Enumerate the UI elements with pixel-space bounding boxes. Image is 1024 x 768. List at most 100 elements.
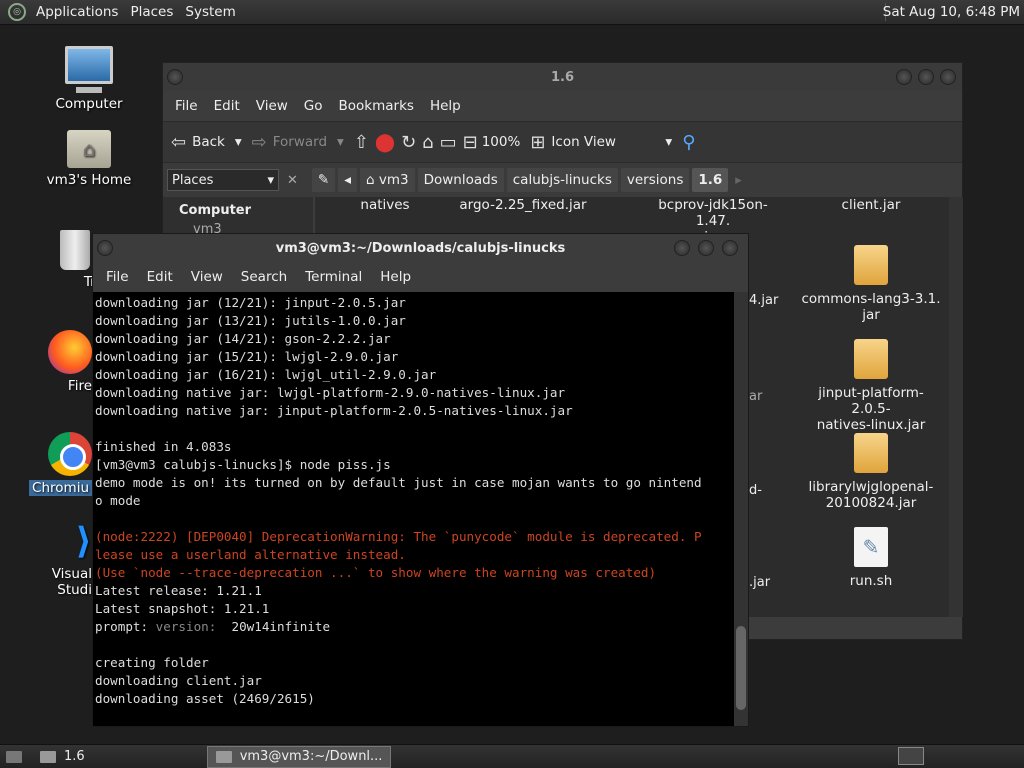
- close-sidebar-icon[interactable]: ✕: [287, 173, 298, 188]
- jar-file-icon: [854, 339, 888, 379]
- file-manager-toolbar: ⇦ Back ▾ ⇨ Forward ▾ ⇧ ⬤ ↻ ⌂ ▭ ⊟ 100% ⊞ …: [163, 121, 962, 163]
- workspace-switcher-icon[interactable]: [898, 747, 924, 765]
- terminal-icon: [215, 750, 232, 763]
- term-menu-view[interactable]: View: [182, 269, 232, 285]
- terminal-titlebar[interactable]: vm3@vm3:~/Downloads/calubjs-linucks: [93, 234, 748, 262]
- distro-logo-icon[interactable]: ◎: [8, 3, 26, 21]
- menu-applications[interactable]: Applications: [30, 4, 124, 20]
- terminal-line: downloading jar (15/21): lwjgl-2.9.0.jar: [95, 349, 399, 364]
- terminal-line: downloading native jar: lwjgl-platform-2…: [95, 385, 566, 400]
- term-menu-help[interactable]: Help: [371, 269, 420, 285]
- file-item-argo[interactable]: argo-2.25_fixed.jar: [453, 197, 593, 213]
- file-view-scrollbar[interactable]: [949, 197, 963, 617]
- file-item-natives[interactable]: natives: [315, 197, 455, 213]
- search-icon[interactable]: ⚲: [682, 132, 695, 153]
- view-mode-dropdown-icon[interactable]: ▾: [665, 134, 672, 150]
- stop-icon[interactable]: ⬤: [375, 132, 395, 153]
- close-button[interactable]: [940, 69, 956, 85]
- edit-location-icon[interactable]: ✎: [311, 168, 336, 192]
- file-item-client-jar[interactable]: client.jar: [801, 197, 941, 213]
- desktop-icon-firefox[interactable]: Fire: [24, 330, 92, 394]
- file-item-commons-lang3[interactable]: commons-lang3-3.1. jar: [801, 245, 941, 323]
- terminal-warning-line: (Use `node --trace-deprecation ...` to s…: [95, 565, 657, 580]
- terminal-window: vm3@vm3:~/Downloads/calubjs-linucks File…: [92, 233, 749, 727]
- reload-icon[interactable]: ↻: [401, 132, 416, 153]
- terminal-output[interactable]: downloading jar (12/21): jinput-2.0.5.ja…: [93, 292, 735, 726]
- zoom-in-icon[interactable]: ⊞: [530, 132, 545, 153]
- terminal-line: downloading native jar: jinput-platform-…: [95, 403, 573, 418]
- window-menu-button[interactable]: [97, 240, 113, 256]
- minimize-button[interactable]: [674, 240, 690, 256]
- crumb-calubjs-linucks[interactable]: calubjs-linucks: [506, 168, 618, 192]
- crumb-left-arrow-icon[interactable]: ◂: [338, 168, 357, 192]
- location-bar: Places ▾ ✕ ✎ ◂ ⌂ vm3 Downloads calubjs-l…: [163, 163, 962, 197]
- crumb-vm3[interactable]: ⌂ vm3: [360, 168, 415, 192]
- back-arrow-icon: ⇦: [171, 131, 187, 153]
- show-desktop-icon[interactable]: [0, 746, 28, 768]
- taskbar-item-terminal[interactable]: vm3@vm3:~/Downl...: [206, 745, 392, 768]
- crumb-right-arrow-icon[interactable]: ▸: [735, 173, 742, 188]
- terminal-line: finished in 4.083s: [95, 439, 232, 454]
- terminal-scrollbar-thumb[interactable]: [736, 626, 746, 710]
- terminal-line: downloading asset (2469/2615): [95, 691, 315, 706]
- file-item-run-sh[interactable]: ✎ run.sh: [801, 527, 941, 589]
- terminal-scrollbar[interactable]: [734, 292, 748, 726]
- file-manager-titlebar[interactable]: 1.6: [163, 63, 962, 91]
- crumb-downloads[interactable]: Downloads: [417, 168, 504, 192]
- fm-menu-edit[interactable]: Edit: [206, 98, 248, 114]
- terminal-line: [vm3@vm3 calubjs-linucks]$ node piss.js: [95, 457, 391, 472]
- desktop-icon-home[interactable]: ⌂ vm3's Home: [34, 130, 144, 188]
- terminal-line: downloading jar (13/21): jutils-1.0.0.ja…: [95, 313, 406, 328]
- terminal-line: Latest snapshot: 1.21.1: [95, 601, 270, 616]
- fm-menu-help[interactable]: Help: [422, 98, 469, 114]
- terminal-line: o mode: [95, 493, 141, 508]
- file-manager-title: 1.6: [550, 69, 575, 85]
- terminal-prompt-line[interactable]: prompt: version: 20w14infinite: [95, 618, 733, 636]
- term-menu-search[interactable]: Search: [232, 269, 296, 285]
- zoom-out-icon[interactable]: ⊟: [463, 132, 478, 153]
- crumb-1-6[interactable]: 1.6: [692, 168, 729, 192]
- back-history-dropdown[interactable]: ▾: [235, 134, 242, 150]
- forward-arrow-icon: ⇨: [251, 131, 267, 153]
- chromium-icon: [48, 432, 92, 476]
- forward-button[interactable]: ⇨ Forward: [252, 132, 327, 153]
- window-menu-button[interactable]: [167, 69, 183, 85]
- up-arrow-icon[interactable]: ⇧: [354, 132, 369, 153]
- jar-file-icon: [854, 433, 888, 473]
- term-menu-edit[interactable]: Edit: [138, 269, 182, 285]
- fm-menu-bookmarks[interactable]: Bookmarks: [331, 98, 422, 114]
- zoom-level: 100%: [481, 134, 521, 150]
- taskbar-item-file-manager[interactable]: 1.6: [32, 746, 93, 768]
- file-item-librarylwjglopenal[interactable]: librarylwjglopenal- 20100824.jar: [801, 433, 941, 511]
- desktop-icon-chromium[interactable]: Chromiu: [20, 432, 92, 496]
- term-menu-terminal[interactable]: Terminal: [296, 269, 371, 285]
- fm-menu-file[interactable]: File: [167, 98, 206, 114]
- minimize-button[interactable]: [896, 69, 912, 85]
- menu-places[interactable]: Places: [124, 4, 179, 20]
- file-item-jinput-platform[interactable]: jinput-platform-2.0.5- natives-linux.jar: [801, 339, 941, 433]
- maximize-button[interactable]: [698, 240, 714, 256]
- computer-small-icon[interactable]: ▭: [440, 132, 457, 153]
- desktop-icon-computer[interactable]: Computer: [34, 46, 144, 112]
- terminal-title: vm3@vm3:~/Downloads/calubjs-linucks: [275, 240, 566, 256]
- places-dropdown[interactable]: Places ▾: [167, 169, 279, 191]
- close-button[interactable]: [722, 240, 738, 256]
- maximize-button[interactable]: [918, 69, 934, 85]
- menu-system[interactable]: System: [179, 4, 241, 20]
- term-menu-file[interactable]: File: [97, 269, 138, 285]
- partial-file-label: 4.jar: [749, 293, 779, 308]
- fm-menu-go[interactable]: Go: [296, 98, 331, 114]
- crumb-versions[interactable]: versions: [620, 168, 690, 192]
- terminal-warning-line: lease use a userland alternative instead…: [95, 547, 406, 562]
- clock[interactable]: Sat Aug 10, 6:48 PM: [883, 4, 1020, 20]
- desktop-icon-vscode[interactable]: ⟩ Visual Studi: [18, 522, 92, 599]
- home-icon[interactable]: ⌂: [422, 132, 433, 153]
- view-mode-select[interactable]: Icon View: [551, 134, 655, 150]
- back-button[interactable]: ⇦ Back: [171, 132, 225, 153]
- fm-menu-view[interactable]: View: [248, 98, 296, 114]
- home-folder-icon: ⌂: [67, 130, 111, 168]
- script-file-icon: ✎: [854, 527, 888, 567]
- forward-history-dropdown[interactable]: ▾: [337, 134, 344, 150]
- terminal-line: Latest release: 1.21.1: [95, 583, 262, 598]
